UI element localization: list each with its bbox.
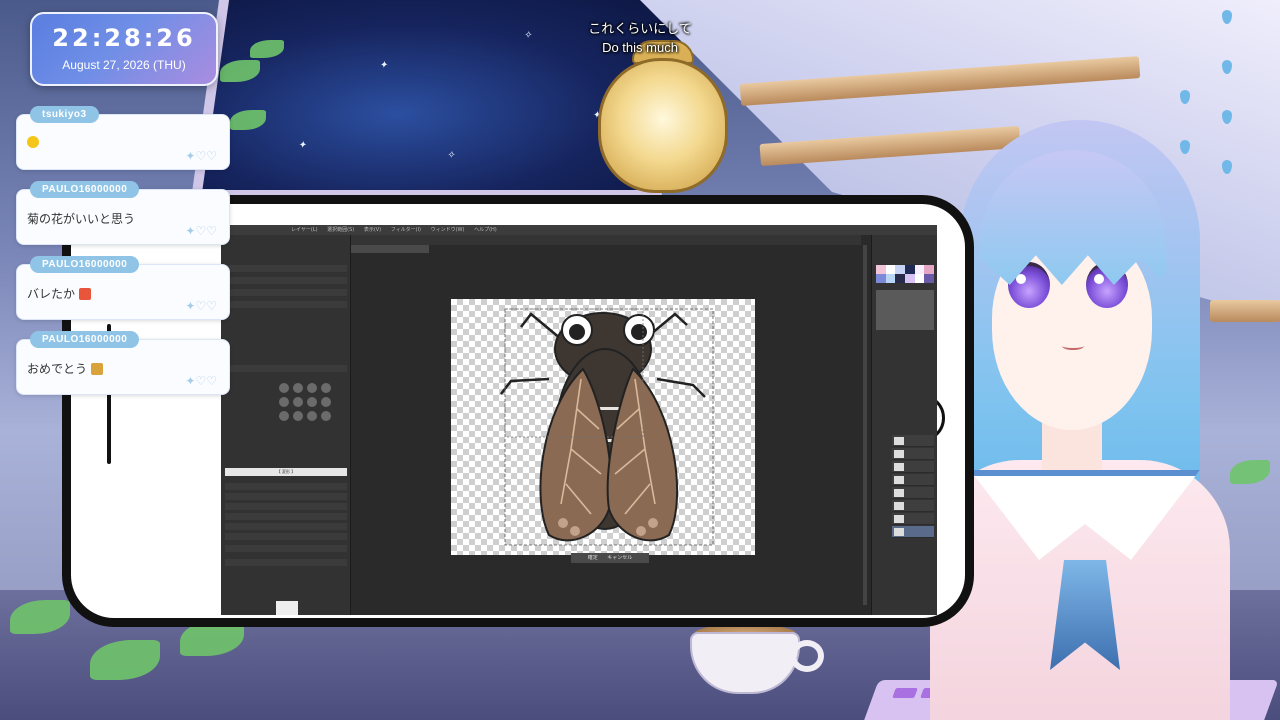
layer-row-selected[interactable] xyxy=(892,526,934,538)
tool-property-title: 【 変形 】 xyxy=(225,468,347,476)
menu-item-filter[interactable]: フィルター(I) xyxy=(391,227,421,233)
navigator-thumbnail[interactable] xyxy=(276,601,298,615)
app-toolbar[interactable] xyxy=(341,235,861,245)
drawing-canvas[interactable] xyxy=(451,299,755,555)
layer-row[interactable] xyxy=(892,513,934,525)
transform-confirm-bar: 確定 キャンセル xyxy=(571,553,649,563)
chat-username: PAULO16000000 xyxy=(30,256,140,273)
chat-message: tsukiyo3 ✦♡♡ xyxy=(16,106,230,170)
tool-property-row[interactable] xyxy=(225,559,347,566)
tool-panel: 【 変形 】 xyxy=(221,235,351,615)
sub-tool-row[interactable] xyxy=(225,265,347,272)
chat-text: バレたか xyxy=(27,287,76,301)
tool-property-row[interactable] xyxy=(225,513,347,520)
clap-emoji-icon xyxy=(90,363,103,375)
cicada-illustration xyxy=(500,308,714,546)
layer-panel xyxy=(871,235,937,615)
tool-property-row[interactable] xyxy=(225,503,347,510)
heart-decoration-icon: ✦♡♡ xyxy=(185,149,217,163)
grass-emoji-icon xyxy=(78,288,91,300)
sub-tool-row[interactable] xyxy=(225,301,347,308)
subtitle-english: Do this much xyxy=(602,40,678,55)
chat-username: PAULO16000000 xyxy=(30,331,140,348)
menu-item-help[interactable]: ヘルプ(H) xyxy=(474,227,497,233)
layer-row[interactable] xyxy=(892,474,934,486)
chat-username: PAULO16000000 xyxy=(30,181,140,198)
chat-text: おめでとう xyxy=(27,362,88,376)
heart-decoration-icon: ✦♡♡ xyxy=(185,374,217,388)
color-swatches[interactable] xyxy=(876,265,934,283)
avatar-mouth xyxy=(1062,342,1084,350)
chat-message: PAULO16000000 おめでとう ✦♡♡ xyxy=(16,331,230,395)
clock-widget: 22:28:26 August 27, 2026 (THU) xyxy=(30,12,218,86)
menu-item-view[interactable]: 表示(V) xyxy=(364,227,381,233)
tool-property-row[interactable] xyxy=(225,523,347,530)
layer-row[interactable] xyxy=(892,461,934,473)
tool-property-row[interactable] xyxy=(225,493,347,500)
drawing-app-screen: レイヤー(L) 選択範囲(S) 表示(V) フィルター(I) ウィンドウ(W) … xyxy=(221,225,937,615)
layer-row[interactable] xyxy=(892,500,934,512)
color-history[interactable] xyxy=(876,290,934,330)
tool-property-row[interactable] xyxy=(225,483,347,490)
clock-date: August 27, 2026 (THU) xyxy=(62,58,186,72)
canvas-scrollbar[interactable] xyxy=(863,245,867,605)
menu-item-layer[interactable]: レイヤー(L) xyxy=(291,227,318,233)
chat-message: PAULO16000000 バレたか ✦♡♡ xyxy=(16,256,230,320)
sub-tool-row[interactable] xyxy=(225,277,347,284)
menu-item-selection[interactable]: 選択範囲(S) xyxy=(327,227,354,233)
coffee-cup-handle xyxy=(790,640,824,672)
chat-message: PAULO16000000 菊の花がいいと思う ✦♡♡ xyxy=(16,181,230,245)
confirm-button[interactable]: 確定 xyxy=(588,555,598,561)
tool-property-row[interactable] xyxy=(225,545,347,552)
document-tab[interactable] xyxy=(349,245,429,253)
layer-row[interactable] xyxy=(892,487,934,499)
sparkle-emoji-icon xyxy=(27,136,39,148)
subtitle-japanese: これくらいにして xyxy=(588,21,692,36)
app-menubar: レイヤー(L) 選択範囲(S) 表示(V) フィルター(I) ウィンドウ(W) … xyxy=(221,225,937,235)
heart-decoration-icon: ✦♡♡ xyxy=(185,224,217,238)
brush-size-grid[interactable] xyxy=(279,383,349,438)
ceiling-lamp xyxy=(598,58,728,193)
clock-time: 22:28:26 xyxy=(52,24,196,52)
chat-username: tsukiyo3 xyxy=(30,106,99,123)
layer-row[interactable] xyxy=(892,448,934,460)
tool-property-row[interactable] xyxy=(225,533,347,540)
sub-tool-row[interactable] xyxy=(225,289,347,296)
heart-decoration-icon: ✦♡♡ xyxy=(185,299,217,313)
vtuber-avatar xyxy=(930,110,1260,720)
brush-size-header xyxy=(225,365,347,372)
chat-text: 菊の花がいいと思う xyxy=(27,212,136,226)
cancel-button[interactable]: キャンセル xyxy=(607,555,632,561)
chat-panel: tsukiyo3 ✦♡♡ PAULO16000000 菊の花がいいと思う ✦♡♡… xyxy=(16,106,230,414)
menu-item-window[interactable]: ウィンドウ(W) xyxy=(431,227,465,233)
layer-row[interactable] xyxy=(892,435,934,447)
